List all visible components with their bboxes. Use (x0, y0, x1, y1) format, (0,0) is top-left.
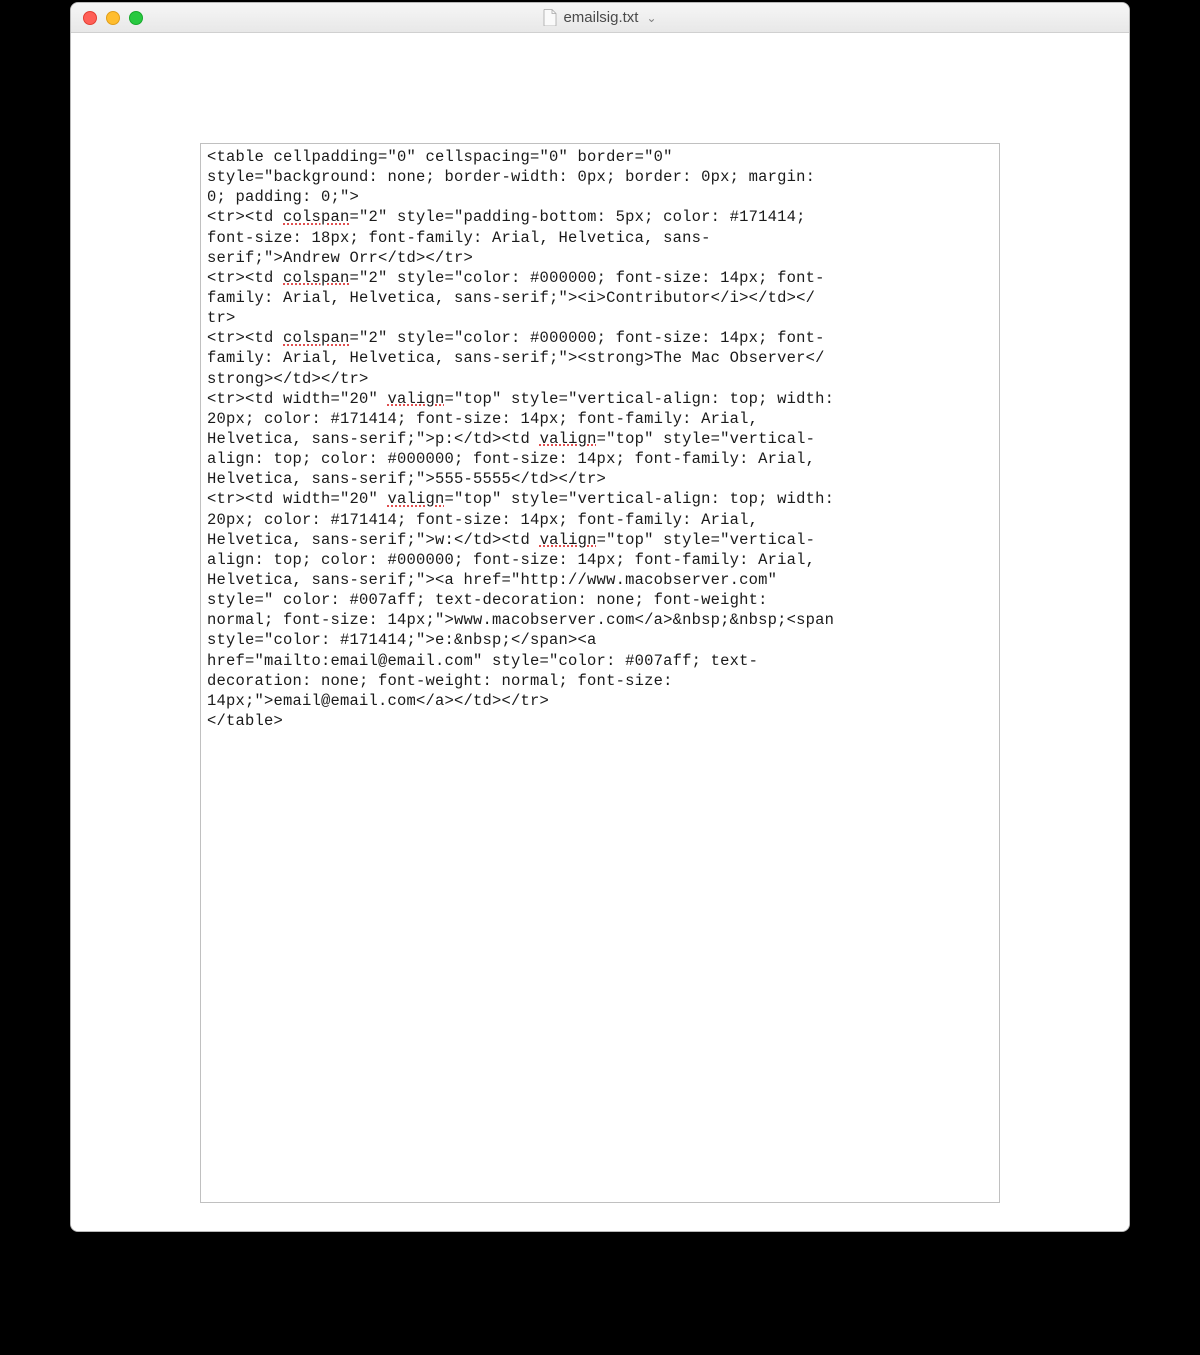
code-line: 0; padding: 0;"> (207, 188, 359, 206)
spellcheck-word: colspan (283, 208, 350, 226)
close-window-button[interactable] (83, 11, 97, 25)
code-line: Helvetica, sans-serif;">555-5555</td></t… (207, 470, 606, 488)
code-line: normal; font-size: 14px;">www.macobserve… (207, 611, 844, 629)
code-line: family: Arial, Helvetica, sans-serif;"><… (207, 289, 815, 307)
code-line: </table> (207, 712, 283, 730)
traffic-lights (71, 11, 143, 25)
spellcheck-word: colspan (283, 329, 350, 347)
code-line: ="2" style="padding-bottom: 5px; color: … (350, 208, 816, 226)
chevron-down-icon: ⌄ (646, 11, 656, 25)
spellcheck-word: valign (540, 430, 597, 448)
code-line: ="top" style="vertical-align: top; width… (445, 390, 844, 408)
text-document[interactable]: <table cellpadding="0" cellspacing="0" b… (200, 143, 1000, 1203)
code-line: <tr><td (207, 269, 283, 287)
code-line: <table cellpadding="0" cellspacing="0" b… (207, 148, 682, 166)
code-line: style=" color: #007aff; text-decoration:… (207, 591, 777, 609)
window-title: emailsig.txt (563, 9, 638, 26)
spellcheck-word: valign (388, 390, 445, 408)
code-line: family: Arial, Helvetica, sans-serif;"><… (207, 349, 825, 367)
code-line: href="mailto:email@email.com" style="col… (207, 652, 758, 670)
spellcheck-word: valign (388, 490, 445, 508)
zoom-window-button[interactable] (129, 11, 143, 25)
code-line: Helvetica, sans-serif;">w:</td><td (207, 531, 540, 549)
text-editor-window: emailsig.txt ⌄ <table cellpadding="0" ce… (70, 2, 1130, 1232)
spellcheck-word: valign (540, 531, 597, 549)
code-line: ="top" style="vertical- (597, 531, 816, 549)
code-line: ="top" style="vertical- (597, 430, 816, 448)
code-line: align: top; color: #000000; font-size: 1… (207, 551, 825, 569)
title-center: emailsig.txt ⌄ (71, 9, 1129, 26)
code-line: style="color: #171414;">e:&nbsp;</span><… (207, 631, 606, 649)
code-line: ="2" style="color: #000000; font-size: 1… (350, 269, 825, 287)
code-line: decoration: none; font-weight: normal; f… (207, 672, 682, 690)
code-line: tr> (207, 309, 236, 327)
code-line: <tr><td (207, 208, 283, 226)
titlebar[interactable]: emailsig.txt ⌄ (71, 3, 1129, 33)
code-line: align: top; color: #000000; font-size: 1… (207, 450, 825, 468)
code-line: style="background: none; border-width: 0… (207, 168, 825, 186)
code-line: 20px; color: #171414; font-size: 14px; f… (207, 511, 768, 529)
code-line: 20px; color: #171414; font-size: 14px; f… (207, 410, 768, 428)
editor-content-area[interactable]: <table cellpadding="0" cellspacing="0" b… (71, 33, 1129, 1231)
code-line: Helvetica, sans-serif;">p:</td><td (207, 430, 540, 448)
document-icon (543, 9, 557, 26)
code-line: <tr><td width="20" (207, 390, 388, 408)
code-line: 14px;">email@email.com</a></td></tr> (207, 692, 549, 710)
code-line: strong></td></tr> (207, 370, 369, 388)
code-line: <tr><td (207, 329, 283, 347)
code-line: <tr><td width="20" (207, 490, 388, 508)
code-line: serif;">Andrew Orr</td></tr> (207, 249, 473, 267)
code-line: Helvetica, sans-serif;"><a href="http://… (207, 571, 787, 589)
code-line: ="top" style="vertical-align: top; width… (445, 490, 844, 508)
code-line: font-size: 18px; font-family: Arial, Hel… (207, 229, 711, 247)
code-line: ="2" style="color: #000000; font-size: 1… (350, 329, 825, 347)
minimize-window-button[interactable] (106, 11, 120, 25)
spellcheck-word: colspan (283, 269, 350, 287)
